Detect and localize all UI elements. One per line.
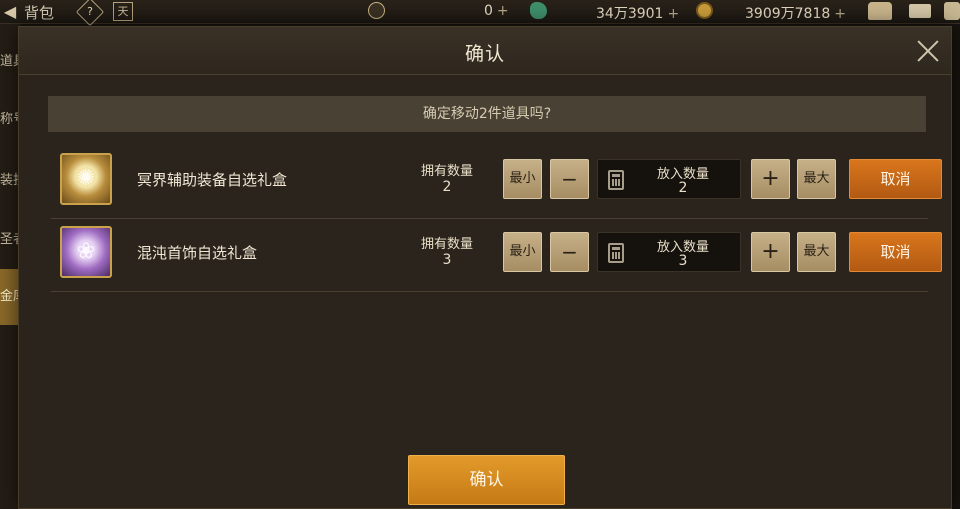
confirm-button[interactable]: 确认 [408,455,565,505]
currency-1: 0 + [484,3,509,19]
owned-quantity-label: 拥有数量 [420,237,473,252]
item-row: ✺ 冥界辅助装备自选礼盒 拥有数量 2 最小 − 放入数量 2 + 最大 取消 [51,143,942,219]
back-arrow-icon[interactable]: ◀ [0,2,20,22]
currency-1-add-button[interactable]: + [497,3,509,19]
calculator-icon[interactable] [608,243,624,263]
page-title: 背包 [24,4,55,22]
owned-quantity-label: 拥有数量 [420,164,473,179]
green-gem-icon [530,2,547,19]
rail-item-3[interactable]: 装扮 [0,169,20,188]
currency-3: 3909万7818 + [745,6,846,22]
quantity-input[interactable]: 放入数量 3 [597,232,741,272]
dialog-title: 确认 [464,43,505,65]
put-quantity-value: 3 [678,253,688,269]
owned-quantity-value: 2 [442,179,452,195]
rail-item-4[interactable]: 圣者 [0,228,20,247]
rail-item-1[interactable]: 道具 [0,50,20,69]
rail-item-2[interactable]: 称号 [0,108,20,127]
currency-2: 34万3901 + [596,6,680,22]
help-icon[interactable]: ? [75,0,105,27]
owned-quantity-value: 3 [442,252,452,268]
max-button[interactable]: 最大 [797,159,836,199]
confirm-dialog: 确认 确定移动2件道具吗? ✺ 冥界辅助装备自选礼盒 拥有数量 2 最小 − 放… [18,26,952,509]
gold-coin-icon [696,2,713,19]
coin-c-icon [368,2,385,19]
decrement-button[interactable]: − [550,159,589,199]
quantity-input[interactable]: 放入数量 2 [597,159,741,199]
top-bar: ◀ 背包 ? 天 0 + 34万3901 + 3909万7818 + [0,0,960,27]
increment-button[interactable]: + [751,159,790,199]
dialog-header: 确认 [19,27,951,75]
calendar-icon[interactable]: 天 [113,2,133,21]
gift-box-icon[interactable]: ❀ [60,226,112,278]
rail-item-5[interactable]: 金库 [0,269,20,325]
item-name: 冥界辅助装备自选礼盒 [137,171,288,189]
min-button[interactable]: 最小 [503,159,542,199]
mail-icon[interactable] [909,4,931,18]
chest-icon[interactable] [868,2,892,20]
currency-3-add-button[interactable]: + [834,6,846,22]
cancel-button[interactable]: 取消 [849,159,942,199]
min-button[interactable]: 最小 [503,232,542,272]
put-quantity-value: 2 [678,180,688,196]
close-icon[interactable] [916,39,940,63]
item-row: ❀ 混沌首饰自选礼盒 拥有数量 3 最小 − 放入数量 3 + 最大 取消 [51,216,942,292]
dialog-notice: 确定移动2件道具吗? [48,96,926,132]
max-button[interactable]: 最大 [797,232,836,272]
item-name: 混沌首饰自选礼盒 [137,244,258,262]
calculator-icon[interactable] [608,170,624,190]
increment-button[interactable]: + [751,232,790,272]
cancel-button[interactable]: 取消 [849,232,942,272]
currency-2-add-button[interactable]: + [667,6,679,22]
gift-box-icon[interactable]: ✺ [60,153,112,205]
left-category-rail: 道具 称号 装扮 圣者 金库 [0,24,20,509]
menu-icon[interactable] [944,2,960,20]
decrement-button[interactable]: − [550,232,589,272]
